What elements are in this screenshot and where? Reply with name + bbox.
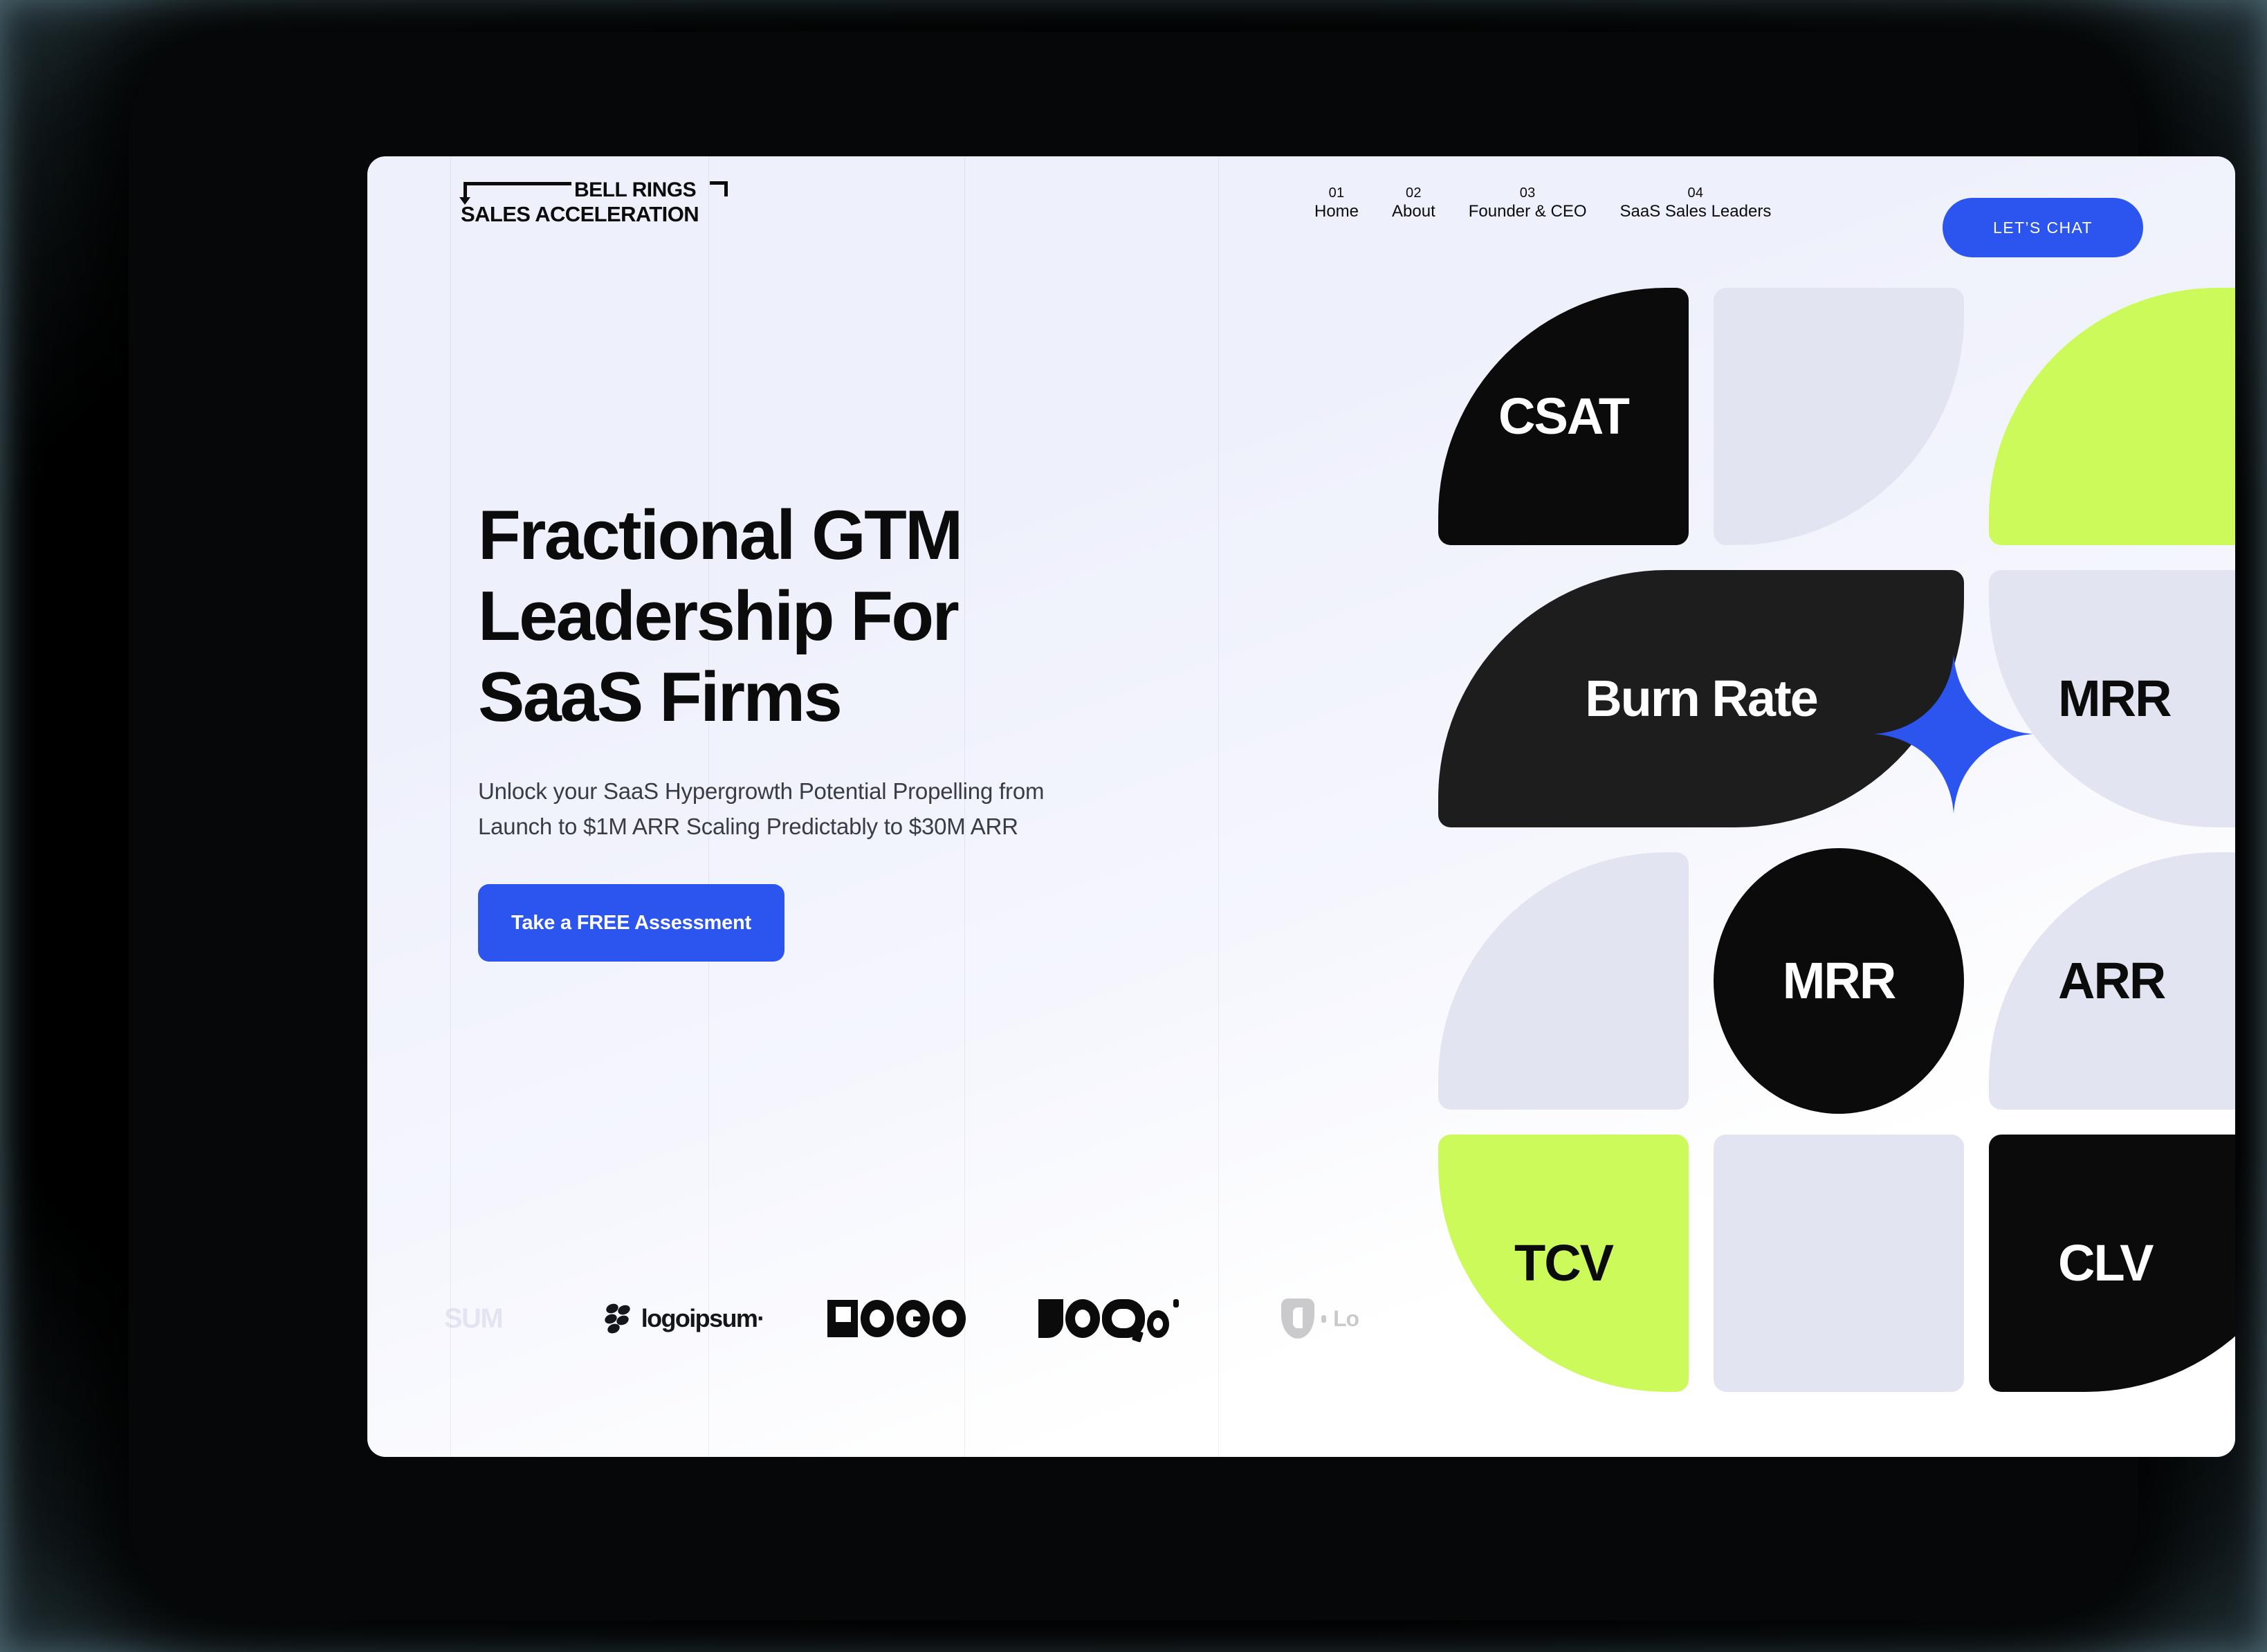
bracket-icon xyxy=(704,181,728,199)
metrics-mosaic: CSAT Burn Rate MRR MRR ARR TCV CLV xyxy=(1438,288,2235,1415)
logo-rounded-icon xyxy=(1038,1299,1179,1338)
logoipsum-wordmark: logoipsum xyxy=(641,1304,758,1332)
metric-tile-blank-1[interactable] xyxy=(1714,288,1964,545)
brand-line-1: BELL RINGS xyxy=(574,178,697,201)
nav-item-label: Home xyxy=(1314,202,1359,221)
logo-item-partial: SUM xyxy=(367,1263,579,1374)
metric-tile-csat[interactable]: CSAT xyxy=(1438,288,1689,545)
site-header: BELL RINGS SALES ACCELERATION 01 Home 02… xyxy=(367,156,2235,257)
logoipsum-dot-icon: · xyxy=(757,1304,766,1332)
nav-item-label: SaaS Sales Leaders xyxy=(1619,202,1772,221)
metric-tile-mrr-circle[interactable]: MRR xyxy=(1714,848,1964,1114)
device-frame: BELL RINGS SALES ACCELERATION 01 Home 02… xyxy=(129,32,2235,1620)
logo-shield-text: Lo xyxy=(1333,1305,1359,1331)
metric-tile-label: MRR xyxy=(2058,670,2172,727)
brand-logo[interactable]: BELL RINGS SALES ACCELERATION xyxy=(459,178,728,226)
logo-item-shield: Lo xyxy=(1214,1263,1426,1374)
logoipsum-mark-icon xyxy=(603,1302,632,1335)
logo-item-blocky xyxy=(791,1263,1002,1374)
metric-tile-arr[interactable]: ARR xyxy=(1989,852,2235,1110)
page-title: Fractional GTM Leadership For SaaS Firms xyxy=(478,497,963,737)
hero-section: Fractional GTM Leadership For SaaS Firms… xyxy=(478,495,1191,962)
nav-item-number: 02 xyxy=(1405,185,1422,201)
partner-logo-strip: SUM logoipsum · Lo xyxy=(367,1263,1426,1374)
metric-tile-label: CSAT xyxy=(1498,387,1630,445)
nav-item-home[interactable]: 01 Home xyxy=(1298,185,1375,223)
nav-item-label: About xyxy=(1392,202,1435,221)
nav-item-about[interactable]: 02 About xyxy=(1375,185,1452,223)
nav-item-founder-ceo[interactable]: 03 Founder & CEO xyxy=(1452,185,1604,223)
metric-tile-label: TCV xyxy=(1514,1234,1614,1292)
sparkle-star-icon xyxy=(1874,654,2033,814)
logo-blocky-icon xyxy=(827,1300,966,1337)
logo-partial-text: SUM xyxy=(443,1303,504,1334)
nav-item-number: 01 xyxy=(1328,185,1345,201)
metric-tile-label: Burn Rate xyxy=(1585,670,1819,727)
metric-tile-clv[interactable]: CLV xyxy=(1989,1135,2235,1392)
lets-chat-button[interactable]: LET’S CHAT xyxy=(1943,198,2143,257)
logo-item-logoipsum: logoipsum · xyxy=(579,1263,791,1374)
metric-tile-blank-2[interactable] xyxy=(1989,288,2235,545)
nav-item-number: 03 xyxy=(1519,185,1536,201)
nav-item-saas-sales-leaders[interactable]: 04 SaaS Sales Leaders xyxy=(1604,185,1788,223)
metric-tile-blank-4[interactable] xyxy=(1714,1135,1964,1392)
brand-line-2: SALES ACCELERATION xyxy=(461,202,699,226)
metric-tile-label: CLV xyxy=(2058,1234,2154,1292)
metric-tile-tcv[interactable]: TCV xyxy=(1438,1135,1689,1392)
browser-screen: BELL RINGS SALES ACCELERATION 01 Home 02… xyxy=(367,156,2235,1457)
nav-item-number: 04 xyxy=(1687,185,1704,201)
logo-item-rounded xyxy=(1002,1263,1214,1374)
main-nav: 01 Home 02 About 03 Founder & CEO 04 Saa… xyxy=(1298,185,1788,223)
metric-tile-label: MRR xyxy=(1782,952,1897,1009)
nav-item-label: Founder & CEO xyxy=(1468,202,1587,221)
arrow-down-icon xyxy=(459,181,571,205)
hero-subtitle: Unlock your SaaS Hypergrowth Potential P… xyxy=(478,778,1045,839)
take-free-assessment-button[interactable]: Take a FREE Assessment xyxy=(478,883,784,962)
metric-tile-label: ARR xyxy=(2058,952,2166,1009)
logo-shield-icon: Lo xyxy=(1281,1298,1359,1339)
metric-tile-blank-3[interactable] xyxy=(1438,852,1689,1110)
